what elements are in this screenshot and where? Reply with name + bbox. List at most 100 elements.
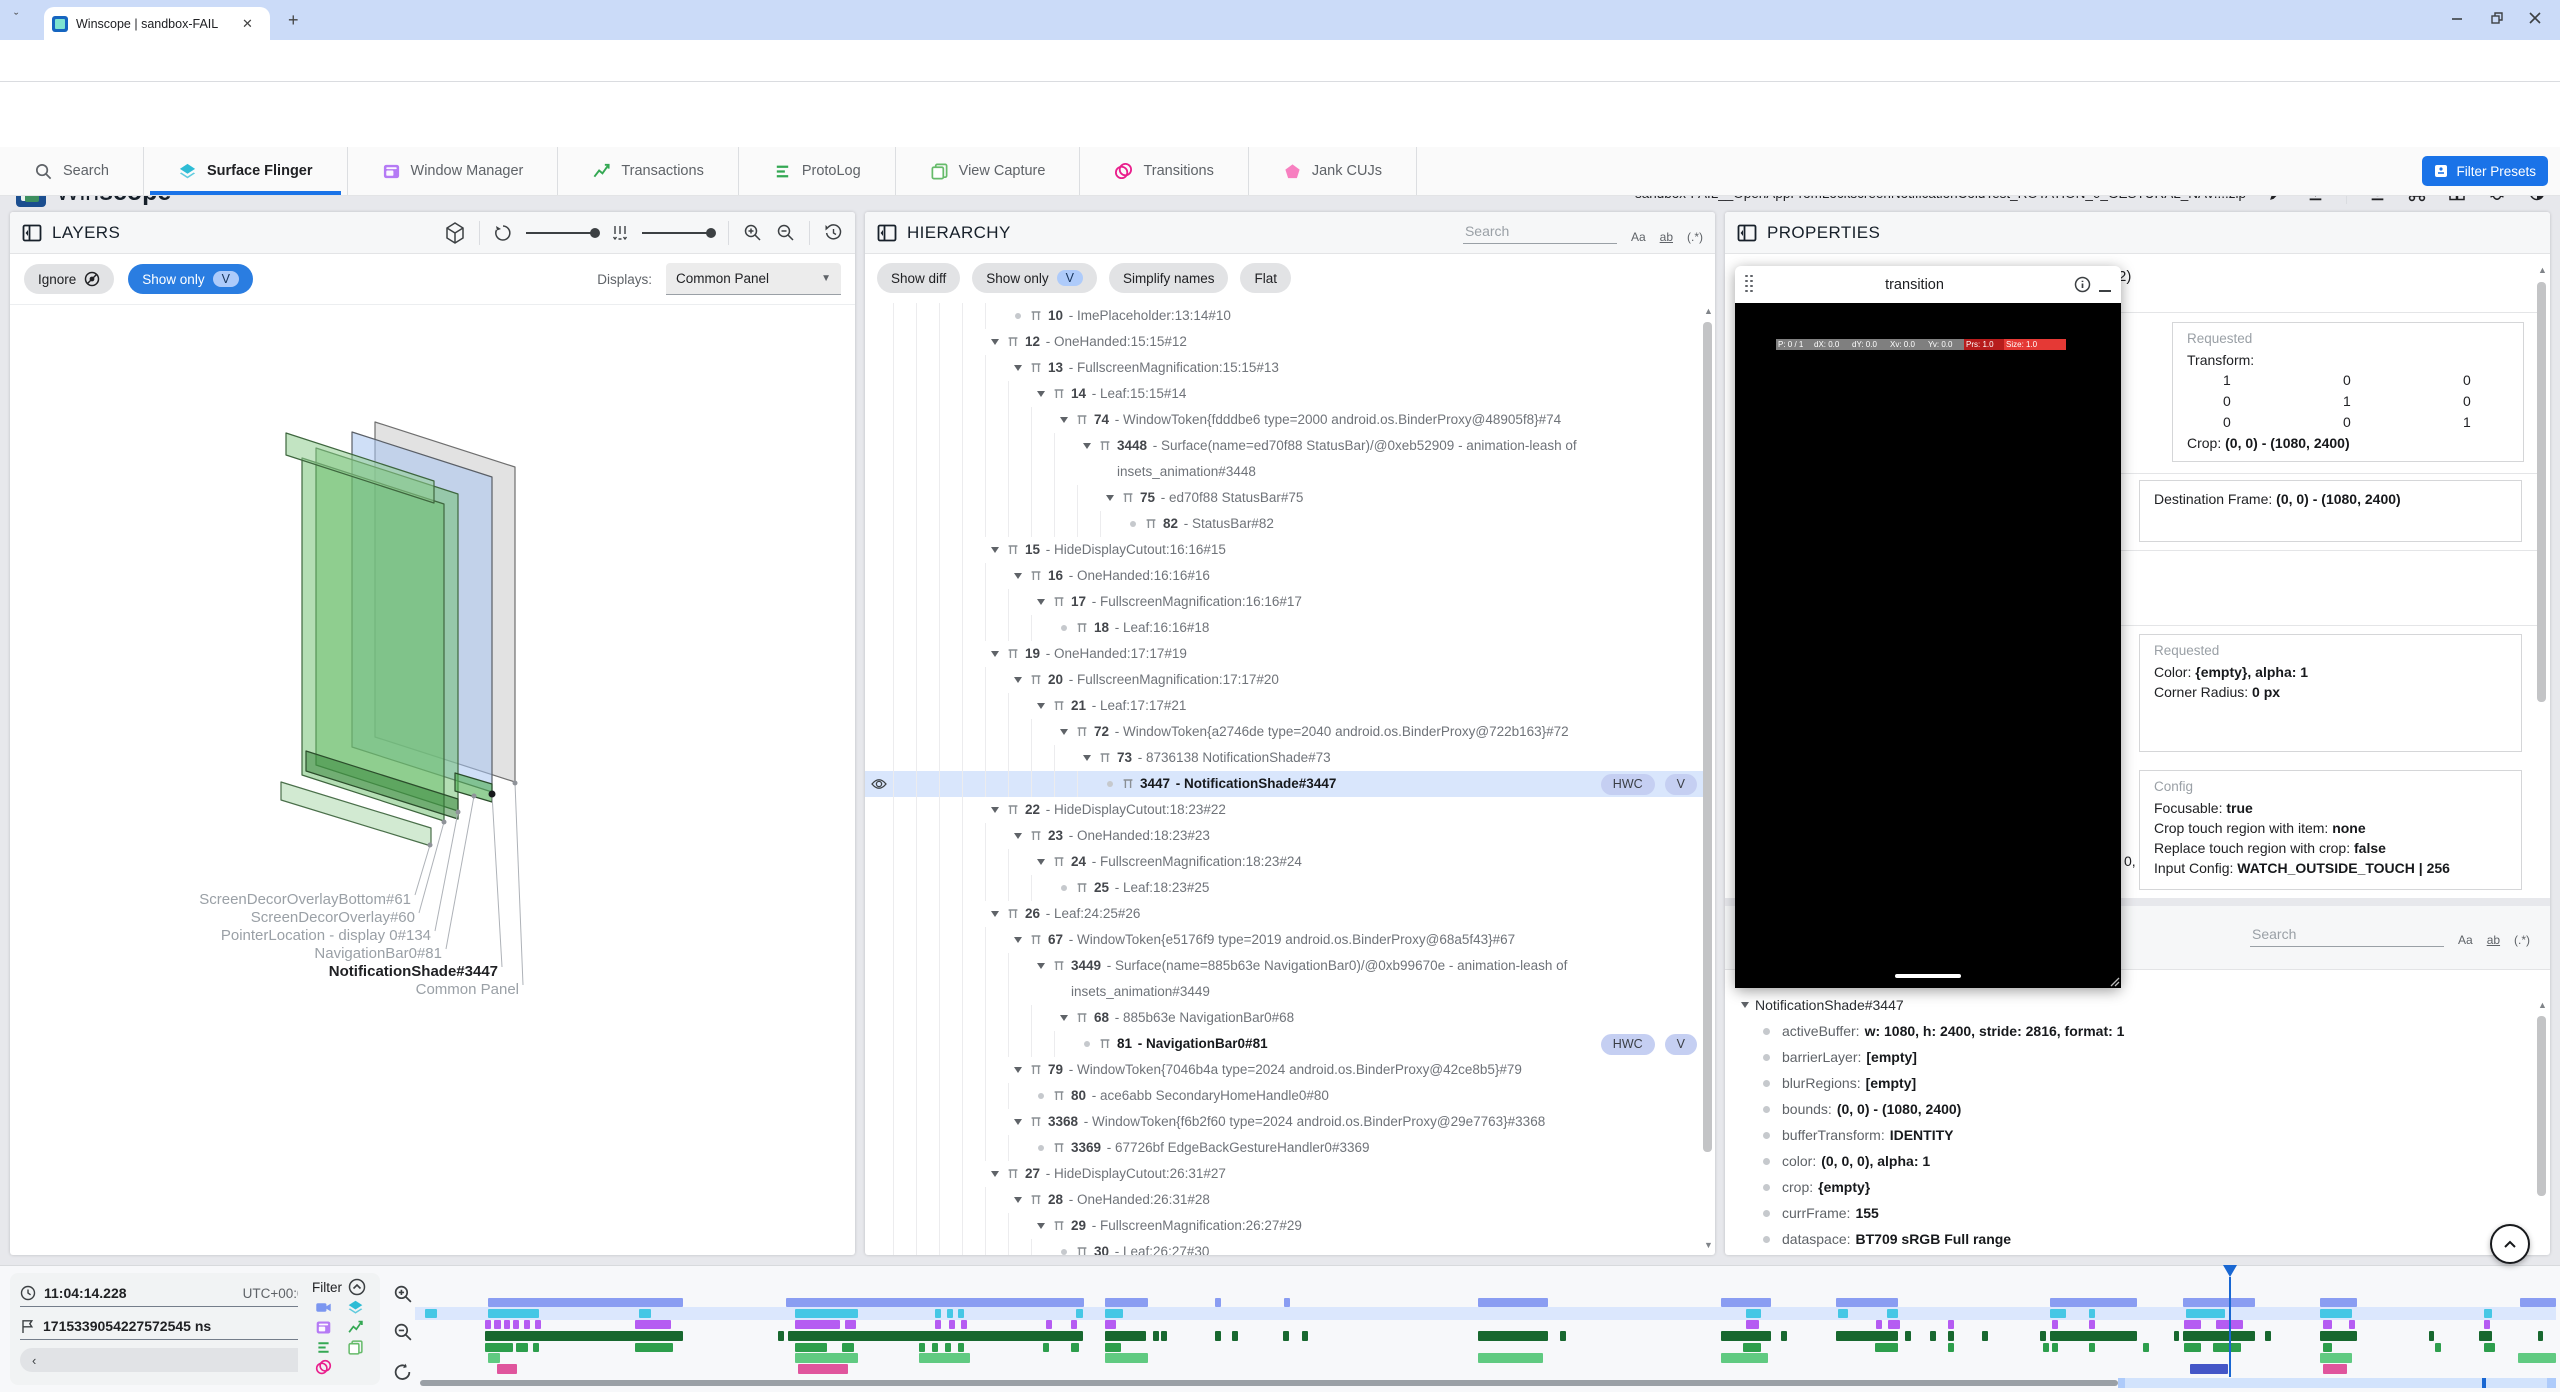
window-manager-segment[interactable] [949, 1320, 955, 1329]
transactions-segment[interactable] [2040, 1331, 2046, 1341]
window-manager-segment[interactable] [485, 1320, 491, 1329]
expand-arrow-icon[interactable] [1008, 1187, 1028, 1213]
property-item[interactable]: currFrame:155 [1735, 1200, 2525, 1226]
expand-arrow-icon[interactable] [985, 537, 1005, 563]
screen-recording-segment[interactable] [1284, 1298, 1290, 1307]
property-item[interactable]: bufferTransform:IDENTITY [1735, 1122, 2525, 1148]
hierarchy-node-10[interactable]: 10 - ImePlaceholder:13:14#10 [865, 303, 1703, 329]
drag-handle-icon[interactable] [1745, 275, 1755, 295]
reset-view-icon[interactable] [824, 223, 843, 242]
layer-label[interactable]: PointerLocation - display 0#134 [221, 927, 431, 944]
scroll-up-icon[interactable]: ▲ [1704, 306, 1713, 316]
property-item[interactable]: color:(0, 0, 0), alpha: 1 [1735, 1148, 2525, 1174]
transactions-segment[interactable] [2265, 1331, 2271, 1341]
view-capture-segment[interactable] [2518, 1353, 2556, 1363]
window-minimize-button[interactable] [2450, 11, 2464, 25]
transactions-segment[interactable] [1215, 1331, 1221, 1341]
window-manager-segment[interactable] [2089, 1320, 2095, 1329]
hierarchy-node-3449[interactable]: 3449 - Surface(name=885b63e NavigationBa… [865, 953, 1703, 1005]
expand-arrow-icon[interactable] [1008, 1057, 1028, 1083]
view-capture-segment[interactable] [1105, 1353, 1148, 1363]
window-restore-button[interactable] [2490, 11, 2504, 25]
timeline-scrollbar-thumb[interactable] [420, 1380, 2118, 1386]
hierarchy-node-21[interactable]: 21 - Leaf:17:17#21 [865, 693, 1703, 719]
collapse-panel-icon[interactable] [22, 224, 42, 242]
transactions-segment[interactable] [1781, 1331, 1787, 1341]
expand-arrow-icon[interactable] [1008, 563, 1028, 589]
property-item[interactable]: dataspace:BT709 sRGB Full range [1735, 1226, 2525, 1252]
window-manager-segment[interactable] [1888, 1320, 1900, 1329]
surface-flinger-segment[interactable] [1076, 1309, 1083, 1318]
surface-flinger-segment[interactable] [1105, 1309, 1123, 1318]
expand-arrow-icon[interactable] [985, 1161, 1005, 1187]
transactions-segment[interactable] [1153, 1331, 1159, 1341]
show-only-chip[interactable]: Show onlyV [972, 263, 1097, 293]
property-item[interactable]: bounds:(0, 0) - (1080, 2400) [1735, 1096, 2525, 1122]
transactions-segment[interactable] [1105, 1331, 1146, 1341]
transactions-segment[interactable] [1560, 1331, 1566, 1341]
layer-label[interactable]: NavigationBar0#81 [314, 945, 442, 962]
regex-icon[interactable]: (.*) [2514, 933, 2530, 947]
browser-tab[interactable]: Winscope | sandbox-FAIL ✕ [44, 7, 270, 40]
transactions-segment[interactable] [1283, 1331, 1289, 1341]
protolog-segment[interactable] [2184, 1343, 2201, 1352]
transactions-segment[interactable] [2429, 1331, 2434, 1341]
info-icon[interactable] [2074, 276, 2091, 293]
screen-recording-segment[interactable] [2320, 1298, 2357, 1307]
filter-presets-button[interactable]: Filter Presets [2422, 156, 2548, 186]
transactions-segment[interactable] [2183, 1331, 2255, 1341]
transactions-segment[interactable] [1161, 1331, 1167, 1341]
surface-flinger-segment[interactable] [2050, 1309, 2066, 1318]
hierarchy-node-3368[interactable]: 3368 - WindowToken{f6b2f60 type=2024 and… [865, 1109, 1703, 1135]
protolog-segment[interactable] [1071, 1343, 1079, 1352]
nav-tab-window-manager[interactable]: Window Manager [348, 147, 559, 195]
surface-flinger-segment[interactable] [2320, 1309, 2352, 1318]
match-case-icon[interactable]: Aa [1631, 230, 1646, 244]
jank-cujs-segment[interactable] [2323, 1364, 2347, 1374]
hierarchy-node-14[interactable]: 14 - Leaf:15:15#14 [865, 381, 1703, 407]
properties-tree-scrollbar[interactable] [2537, 1016, 2546, 1196]
nav-tab-jank-cujs[interactable]: Jank CUJs [1249, 147, 1417, 195]
surface-flinger-segment[interactable] [2484, 1309, 2492, 1318]
hierarchy-scrollbar[interactable] [1703, 322, 1712, 1152]
expand-arrow-icon[interactable] [1031, 381, 1051, 407]
jank-cujs-segment[interactable] [497, 1364, 517, 1374]
protolog-segment[interactable] [2323, 1343, 2332, 1352]
protolog-segment[interactable] [1105, 1343, 1121, 1352]
screen-recording-segment[interactable] [2183, 1298, 2255, 1307]
hierarchy-node-72[interactable]: 72 - WindowToken{a2746de type=2040 andro… [865, 719, 1703, 745]
timeline-tracks[interactable] [0, 1265, 2560, 1392]
hierarchy-node-16[interactable]: 16 - OneHanded:16:16#16 [865, 563, 1703, 589]
displays-select[interactable]: Common Panel ▼ [666, 263, 841, 295]
hierarchy-node-20[interactable]: 20 - FullscreenMagnification:17:17#20 [865, 667, 1703, 693]
show-only-chip-layers[interactable]: Show only V [128, 264, 253, 294]
window-manager-segment[interactable] [795, 1320, 840, 1329]
hierarchy-node-19[interactable]: 19 - OneHanded:17:17#19 [865, 641, 1703, 667]
layer-label[interactable]: ScreenDecorOverlayBottom#61 [199, 891, 411, 908]
screen-recording-segment[interactable] [1105, 1298, 1148, 1307]
surface-flinger-segment[interactable] [795, 1309, 858, 1318]
transition-overlay-card[interactable]: transition P: 0 / 1dX: 0.0dY: 0.0Xv: 0.0… [1735, 266, 2121, 988]
window-manager-segment[interactable] [1948, 1320, 1954, 1329]
protolog-segment[interactable] [2043, 1343, 2049, 1352]
hierarchy-node-73[interactable]: 73 - 8736138 NotificationShade#73 [865, 745, 1703, 771]
window-manager-segment[interactable] [2349, 1320, 2355, 1329]
hierarchy-node-30[interactable]: 30 - Leaf:26:27#30 [865, 1239, 1703, 1255]
expand-arrow-icon[interactable] [1031, 849, 1051, 875]
hierarchy-node-13[interactable]: 13 - FullscreenMagnification:15:15#13 [865, 355, 1703, 381]
nav-tab-protolog[interactable]: ProtoLog [739, 147, 896, 195]
protolog-segment[interactable] [2143, 1343, 2149, 1352]
screen-recording-segment[interactable] [1721, 1298, 1771, 1307]
transactions-segment[interactable] [1905, 1331, 1911, 1341]
layer-label[interactable]: Common Panel [416, 981, 519, 998]
window-manager-segment[interactable] [2052, 1320, 2058, 1329]
window-manager-segment[interactable] [513, 1320, 519, 1329]
protolog-segment[interactable] [932, 1343, 938, 1352]
tab-search-chevron-icon[interactable]: ˇ [14, 10, 18, 25]
expand-arrow-icon[interactable] [1077, 745, 1097, 771]
screen-recording-segment[interactable] [1215, 1298, 1221, 1307]
scroll-to-top-button[interactable] [2490, 1224, 2530, 1264]
resize-handle-icon[interactable] [2108, 975, 2120, 987]
hierarchy-node-26[interactable]: 26 - Leaf:24:25#26 [865, 901, 1703, 927]
jank-cujs-segment[interactable] [798, 1364, 848, 1374]
